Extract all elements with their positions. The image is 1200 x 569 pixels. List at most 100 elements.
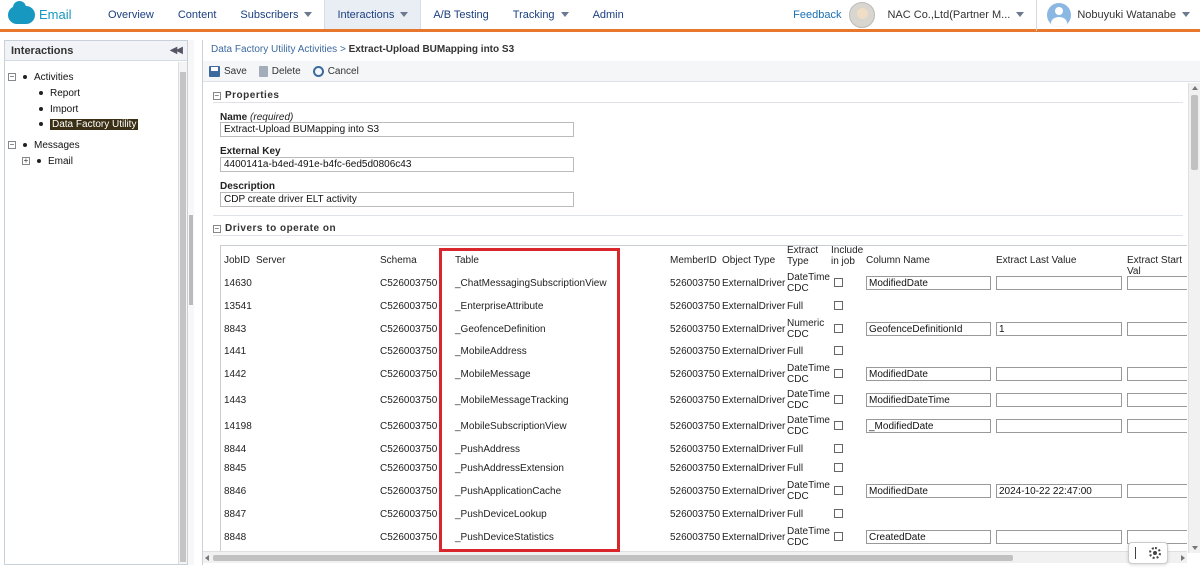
expand-icon[interactable]: + [22,157,30,165]
horizontal-scrollbar[interactable] [203,551,1187,563]
cell-jobid: 8845 [224,463,247,474]
description-field[interactable]: CDP create driver ELT activity [220,192,574,207]
scroll-up-icon[interactable] [1192,86,1198,90]
collapse-panel-icon[interactable]: ◀◀ [170,45,183,56]
include-in-job-checkbox[interactable] [834,444,843,453]
breadcrumb-link[interactable]: Data Factory Utility Activities [211,44,337,55]
extract-last-value-input[interactable]: 2024-10-22 22:47:00 [996,484,1122,498]
nav-tab-admin[interactable]: Admin [581,0,636,29]
column-name-input[interactable]: GeofenceDefinitionId [866,322,991,336]
include-in-job-checkbox[interactable] [834,369,843,378]
cell-object-type: ExternalDriver [722,346,786,357]
divider [213,235,1183,236]
column-name-input[interactable]: ModifiedDate [866,367,991,381]
extract-start-value-input[interactable] [1127,484,1187,498]
save-button[interactable]: Save [209,65,247,77]
app-brand[interactable]: Email [0,0,96,29]
header-column-name: Column Name [866,255,930,266]
column-name-input[interactable]: ModifiedDateTime [866,393,991,407]
scroll-left-icon[interactable] [205,555,209,561]
cell-schema: C526003750 [380,509,438,520]
collapse-icon[interactable]: − [8,141,16,149]
include-in-job-checkbox[interactable] [834,278,843,287]
collapse-icon[interactable]: − [213,91,221,100]
extract-start-value-input[interactable] [1127,276,1187,290]
nav-tab-ab-testing[interactable]: A/B Testing [421,0,500,29]
extract-last-value-input[interactable] [996,393,1122,407]
column-name-input[interactable]: CreatedDate [866,530,991,544]
external-key-field[interactable]: 4400141a-b4ed-491e-b4fc-6ed5d0806c43 [220,157,574,172]
nav-tab-overview[interactable]: Overview [96,0,166,29]
name-field[interactable]: Extract-Upload BUMapping into S3 [220,122,574,137]
include-in-job-checkbox[interactable] [834,509,843,518]
extract-start-value-input[interactable] [1127,322,1187,336]
feedback-avatar[interactable] [849,1,876,28]
extract-start-value-input[interactable] [1127,419,1187,433]
column-name-input[interactable]: _ModifiedDate [866,419,991,433]
bullet-icon [23,143,27,147]
nav-tab-content[interactable]: Content [166,0,229,29]
tree-node-activities[interactable]: − Activities [8,70,73,84]
panel-scrollbar[interactable] [178,62,187,564]
chevron-down-icon [560,12,569,17]
include-in-job-checkbox[interactable] [834,324,843,333]
scroll-thumb[interactable] [1191,95,1198,170]
column-name-input[interactable]: ModifiedDate [866,276,991,290]
tree-node-messages[interactable]: − Messages [8,138,80,152]
cell-extract-type: DateTime CDC [787,415,830,437]
include-in-job-checkbox[interactable] [834,346,843,355]
tree-node-email[interactable]: + Email [22,154,73,168]
scroll-thumb[interactable] [213,555,1013,561]
feedback-link[interactable]: Feedback [785,9,849,21]
salesforce-cloud-logo [8,0,35,24]
extract-last-value-input[interactable] [996,276,1122,290]
cell-jobid: 1441 [224,346,247,357]
extract-last-value-input[interactable] [996,419,1122,433]
cancel-button[interactable]: Cancel [312,65,359,77]
divider [213,102,1183,103]
delete-button[interactable]: Delete [258,65,301,77]
cell-table: _ChatMessagingSubscriptionView [455,278,607,289]
extract-last-value-input[interactable] [996,367,1122,381]
include-in-job-checkbox[interactable] [834,532,843,541]
nav-tab-interactions[interactable]: Interactions [324,0,422,29]
scroll-down-icon[interactable] [1192,546,1198,550]
tree-node-data-factory-utility[interactable]: Data Factory Utility [39,117,139,131]
scroll-thumb[interactable] [180,72,186,562]
extract-last-value-input[interactable]: 1 [996,322,1122,336]
properties-section-header[interactable]: − Properties [213,90,279,101]
gear-icon[interactable] [1148,547,1161,559]
cell-schema: C526003750 [380,369,438,380]
breadcrumb-current: Extract-Upload BUMapping into S3 [348,44,515,55]
user-menu[interactable]: Nobuyuki Watanabe [1037,2,1200,27]
extract-start-value-input[interactable] [1127,393,1187,407]
scroll-right-icon[interactable] [1181,555,1185,561]
tree-node-import[interactable]: Import [39,102,78,116]
nav-tab-tracking[interactable]: Tracking [501,0,581,29]
collapse-icon[interactable]: − [8,73,16,81]
tree-node-report[interactable]: Report [39,86,80,100]
include-in-job-checkbox[interactable] [834,301,843,310]
detail-scroll-area: − Properties Name (required) Extract-Uplo… [203,83,1187,553]
extract-last-value-input[interactable] [996,530,1122,544]
vertical-scrollbar[interactable] [1188,83,1200,553]
cell-memberid: 526003750 [670,509,721,520]
drivers-table: JobID Server Schema Table MemberID Objec… [220,245,1187,553]
column-name-input[interactable]: ModifiedDate [866,484,991,498]
include-in-job-checkbox[interactable] [834,421,843,430]
divider-icon[interactable] [1135,547,1137,559]
nav-tab-subscribers[interactable]: Subscribers [228,0,324,29]
include-in-job-checkbox[interactable] [834,395,843,404]
include-in-job-checkbox[interactable] [834,463,843,472]
bullet-icon [39,122,43,126]
collapse-icon[interactable]: − [213,224,221,233]
cell-memberid: 526003750 [670,278,721,289]
include-in-job-checkbox[interactable] [834,486,843,495]
drivers-section-header[interactable]: − Drivers to operate on [213,223,336,234]
header-extract-start-value: Extract Start Val [1127,255,1183,277]
extract-start-value-input[interactable] [1127,367,1187,381]
cell-schema: C526003750 [380,346,438,357]
cell-memberid: 526003750 [670,369,721,380]
org-selector[interactable]: NAC Co.,Ltd(Partner M... [887,9,1036,21]
panel-splitter[interactable] [188,40,194,565]
